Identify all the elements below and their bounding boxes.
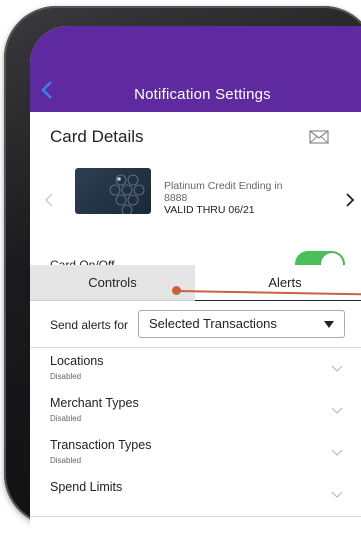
- card-name: Platinum Credit Ending in: [164, 180, 283, 192]
- page-title: Notification Settings: [134, 86, 271, 103]
- list-item-transaction-types[interactable]: Transaction Types Disabled: [30, 432, 361, 475]
- send-alerts-select[interactable]: Selected Transactions: [138, 310, 345, 338]
- card-expiry: VALID THRU 06/21: [164, 204, 255, 216]
- card-description: Platinum Credit Ending in 8888 VALID THR…: [164, 180, 336, 216]
- list-item-status: Disabled: [50, 456, 82, 465]
- list-item-title: Spend Limits: [50, 480, 123, 494]
- card-details-label: Card Details: [50, 127, 144, 146]
- chevron-down-icon[interactable]: [331, 449, 343, 457]
- list-item-title: Transaction Types: [50, 438, 152, 452]
- app-screen: Notification Settings Card Details Plati…: [30, 26, 361, 546]
- tab-controls[interactable]: Controls: [30, 265, 195, 301]
- list-item-title: Merchant Types: [50, 396, 139, 410]
- chevron-down-icon[interactable]: [331, 491, 343, 499]
- credit-card-image: [75, 168, 151, 214]
- caret-down-icon: [324, 321, 334, 328]
- chevron-left-icon[interactable]: [44, 192, 54, 208]
- card-details-row: Card Details: [30, 112, 361, 159]
- card-number: 8888: [164, 192, 188, 204]
- list-item-title: Locations: [50, 354, 104, 368]
- send-alerts-row: Send alerts for Selected Transactions: [30, 301, 361, 348]
- list-item-status: Disabled: [50, 372, 82, 381]
- card-pattern-icon: [109, 174, 145, 214]
- tab-bar: Controls Alerts: [30, 265, 361, 302]
- list-item-status: Disabled: [50, 414, 82, 423]
- send-alerts-label: Send alerts for: [50, 318, 129, 332]
- phone-frame: Notification Settings Card Details Plati…: [4, 6, 361, 546]
- select-value: Selected Transactions: [149, 316, 277, 331]
- chevron-down-icon[interactable]: [331, 365, 343, 373]
- card-carousel: Platinum Credit Ending in 8888 VALID THR…: [30, 158, 361, 245]
- list-item-merchant-types[interactable]: Merchant Types Disabled: [30, 390, 361, 433]
- list-item-locations[interactable]: Locations Disabled: [30, 348, 361, 391]
- mail-icon[interactable]: [309, 130, 329, 144]
- chevron-right-icon[interactable]: [345, 192, 355, 208]
- app-header: Notification Settings: [30, 26, 361, 112]
- list-item-spend-limits[interactable]: Spend Limits: [30, 474, 361, 517]
- tab-alerts[interactable]: Alerts: [195, 265, 361, 302]
- chevron-down-icon[interactable]: [331, 407, 343, 415]
